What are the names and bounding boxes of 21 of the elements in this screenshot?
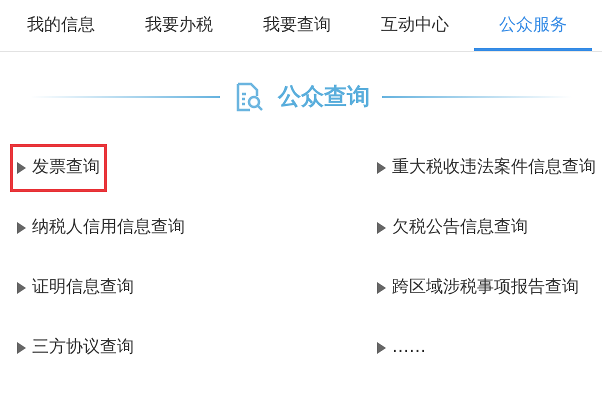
triangle-icon xyxy=(17,282,26,294)
nav-tab[interactable]: 我要查询 xyxy=(238,0,356,51)
triangle-icon xyxy=(17,222,26,234)
query-link[interactable]: 发票查询 xyxy=(10,144,107,192)
triangle-icon xyxy=(377,222,386,234)
section-title: 公众查询 xyxy=(278,82,370,112)
triangle-icon xyxy=(377,162,386,174)
triangle-icon xyxy=(17,162,26,174)
query-link[interactable]: 跨区域涉税事项报告查询 xyxy=(370,264,586,312)
triangle-icon xyxy=(377,282,386,294)
query-link[interactable]: 纳税人信用信息查询 xyxy=(10,204,192,252)
triangle-icon xyxy=(17,342,26,354)
nav-tab[interactable]: 我的信息 xyxy=(2,0,120,51)
nav-tab[interactable]: 互动中心 xyxy=(356,0,474,51)
query-link[interactable]: …… xyxy=(370,324,433,372)
query-link[interactable]: 重大税收违法案件信息查询 xyxy=(370,144,602,192)
query-link[interactable]: 证明信息查询 xyxy=(10,264,141,312)
query-link[interactable]: 欠税公告信息查询 xyxy=(370,204,535,252)
nav-tab[interactable]: 我要办税 xyxy=(120,0,238,51)
query-link[interactable]: 三方协议查询 xyxy=(10,324,141,372)
triangle-icon xyxy=(377,342,386,354)
